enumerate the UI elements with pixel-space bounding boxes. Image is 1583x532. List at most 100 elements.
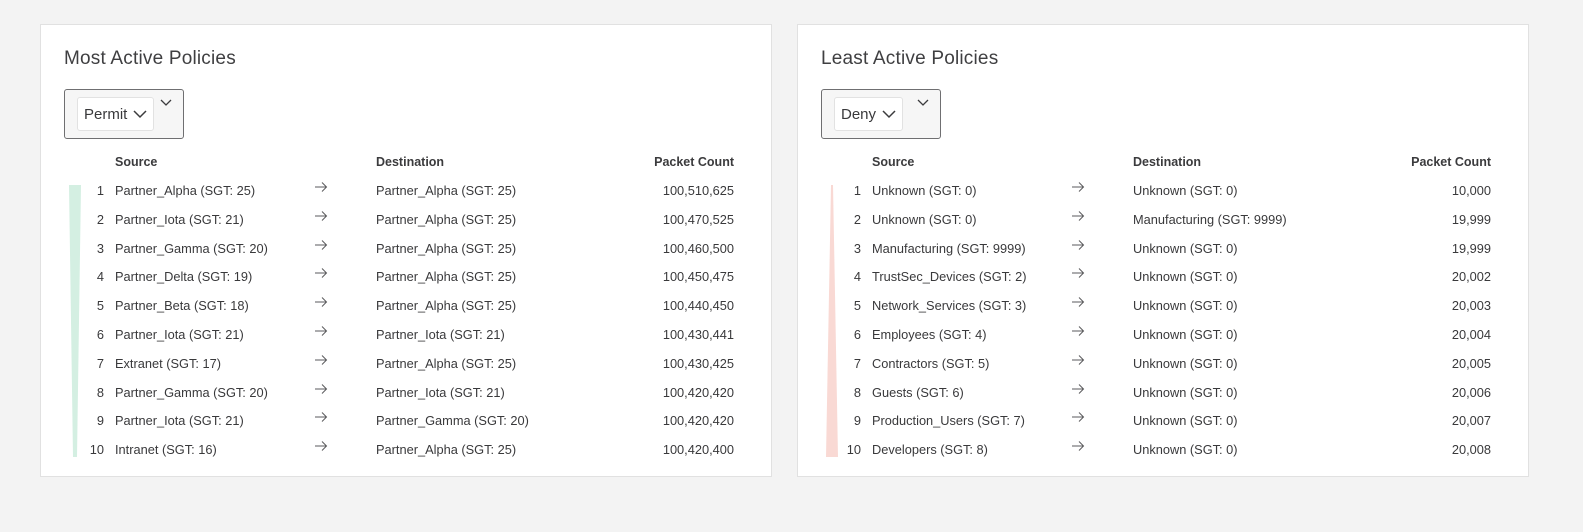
table-row[interactable]: 6 Partner_Iota (SGT: 21) Partner_Iota (SGT…: [41, 320, 771, 349]
table-row[interactable]: 2 Partner_Iota (SGT: 21) Partner_Alpha (SG…: [41, 205, 771, 234]
action-select-value: Permit: [84, 105, 128, 123]
row-rank: 8: [96, 384, 104, 400]
destination-cell: Unknown (SGT: 0): [1133, 326, 1238, 342]
column-header-destination: Destination: [1133, 155, 1202, 169]
most-active-policies-panel: Most Active Policies Permit Source Desti…: [40, 24, 772, 477]
table-row[interactable]: 4 Partner_Delta (SGT: 19) Partner_Alpha (S…: [41, 262, 771, 291]
destination-cell: Unknown (SGT: 0): [1133, 413, 1238, 429]
table-row[interactable]: 3 Partner_Gamma (SGT: 20) Partner_Alpha (S…: [41, 234, 771, 263]
action-filter[interactable]: Deny: [821, 89, 941, 139]
source-cell: Partner_Gamma (SGT: 20): [115, 384, 268, 400]
row-rank: 1: [96, 183, 104, 198]
destination-cell: Partner_Alpha (SGT: 25): [376, 240, 517, 256]
row-rank: 6: [96, 326, 104, 342]
source-cell: Unknown (SGT: 0): [872, 183, 977, 198]
destination-cell: Unknown (SGT: 0): [1133, 183, 1238, 198]
column-header-source: Source: [115, 155, 158, 169]
table-row[interactable]: 8 Partner_Gamma (SGT: 20) Partner_Iota (SG…: [41, 378, 771, 407]
arrow-right-icon: [1072, 297, 1085, 308]
column-header-packet-count: Packet Count: [1411, 155, 1491, 169]
arrow-right-icon: [315, 326, 328, 336]
arrow-right-icon: [315, 239, 328, 250]
panel-title: Least Active Policies: [821, 48, 999, 69]
source-cell: Partner_Iota (SGT: 21): [115, 211, 244, 227]
table-row[interactable]: 9 Partner_Iota (SGT: 21) Partner_Gamma (SG…: [41, 406, 771, 435]
policy-list: 1 Partner_Alpha (SGT: 25) Partner_Alpha (S…: [41, 176, 771, 464]
row-rank: 10: [89, 442, 104, 458]
packet-count-cell: 100,420,420: [662, 384, 734, 400]
destination-cell: Partner_Alpha (SGT: 25): [376, 211, 517, 227]
destination-cell: Unknown (SGT: 0): [1133, 298, 1238, 314]
row-rank: 1: [853, 183, 861, 198]
source-cell: Extranet (SGT: 17): [115, 355, 221, 371]
table-row[interactable]: 2 Unknown (SGT: 0) Manufacturing (SGT: 999…: [798, 205, 1528, 234]
table-row[interactable]: 1 Unknown (SGT: 0) Unknown (SGT: 0) 10,000: [798, 176, 1528, 205]
source-cell: Partner_Iota (SGT: 21): [115, 413, 244, 429]
panel-title: Most Active Policies: [64, 48, 236, 69]
arrow-right-icon: [315, 354, 328, 365]
table-row[interactable]: 5 Network_Services (SGT: 3) Unknown (SGT: …: [798, 291, 1528, 320]
arrow-right-icon: [315, 268, 328, 279]
chevron-down-icon[interactable]: [160, 99, 172, 107]
source-cell: Production_Users (SGT: 7): [872, 413, 1025, 429]
action-select[interactable]: Permit: [77, 97, 155, 131]
table-row[interactable]: 6 Employees (SGT: 4) Unknown (SGT: 0) 20,00…: [798, 320, 1528, 349]
destination-cell: Partner_Alpha (SGT: 25): [376, 183, 517, 198]
arrow-right-icon: [315, 297, 328, 308]
row-rank: 6: [853, 326, 861, 342]
packet-count-cell: 100,460,500: [662, 240, 734, 256]
packet-count-cell: 100,430,425: [662, 355, 734, 371]
table-row[interactable]: 10 Intranet (SGT: 16) Partner_Alpha (SGT: …: [41, 435, 771, 464]
row-rank: 4: [853, 269, 861, 285]
table-row[interactable]: 3 Manufacturing (SGT: 9999) Unknown (SGT: …: [798, 234, 1528, 263]
arrow-right-icon: [1072, 326, 1085, 336]
table-row[interactable]: 1 Partner_Alpha (SGT: 25) Partner_Alpha (S…: [41, 176, 771, 205]
table-row[interactable]: 9 Production_Users (SGT: 7) Unknown (SGT: …: [798, 406, 1528, 435]
row-rank: 9: [96, 413, 104, 429]
destination-cell: Unknown (SGT: 0): [1133, 240, 1238, 256]
arrow-right-icon: [1072, 268, 1085, 279]
row-rank: 2: [853, 211, 861, 227]
arrow-right-icon: [315, 182, 328, 192]
arrow-right-icon: [315, 441, 328, 452]
table-row[interactable]: 4 TrustSec_Devices (SGT: 2) Unknown (SGT: …: [798, 262, 1528, 291]
destination-cell: Partner_Iota (SGT: 21): [376, 326, 505, 342]
table-row[interactable]: 7 Extranet (SGT: 17) Partner_Alpha (SGT: 2…: [41, 349, 771, 378]
action-select-value: Deny: [841, 105, 877, 123]
table-row[interactable]: 10 Developers (SGT: 8) Unknown (SGT: 0) 20,…: [798, 435, 1528, 464]
table-row[interactable]: 7 Contractors (SGT: 5) Unknown (SGT: 0) 20,…: [798, 349, 1528, 378]
table-row[interactable]: 8 Guests (SGT: 6) Unknown (SGT: 0) 20,006: [798, 378, 1528, 407]
source-cell: Partner_Beta (SGT: 18): [115, 298, 249, 314]
source-cell: Partner_Delta (SGT: 19): [115, 269, 253, 285]
row-rank: 4: [96, 269, 104, 285]
destination-cell: Partner_Alpha (SGT: 25): [376, 298, 517, 314]
row-rank: 5: [96, 298, 104, 314]
action-select[interactable]: Deny: [834, 97, 904, 131]
packet-count-cell: 100,450,475: [662, 269, 734, 285]
chevron-down-icon[interactable]: [917, 99, 929, 107]
source-cell: Developers (SGT: 8): [872, 442, 988, 458]
source-cell: Partner_Gamma (SGT: 20): [115, 240, 268, 256]
row-rank: 3: [96, 240, 104, 256]
source-cell: Unknown (SGT: 0): [872, 211, 977, 227]
arrow-right-icon: [1072, 383, 1085, 394]
destination-cell: Manufacturing (SGT: 9999): [1133, 211, 1287, 227]
row-rank: 7: [96, 355, 104, 371]
packet-count-cell: 20,008: [1451, 442, 1491, 458]
packet-count-cell: 19,999: [1451, 240, 1491, 256]
policy-list: 1 Unknown (SGT: 0) Unknown (SGT: 0) 10,000 2…: [798, 176, 1528, 464]
arrow-right-icon: [315, 412, 328, 423]
source-cell: Partner_Alpha (SGT: 25): [115, 183, 256, 198]
packet-count-cell: 20,002: [1451, 269, 1491, 285]
row-rank: 7: [853, 355, 861, 371]
destination-cell: Partner_Alpha (SGT: 25): [376, 355, 517, 371]
action-filter[interactable]: Permit: [64, 89, 184, 139]
chevron-down-icon: [882, 110, 896, 119]
column-header-packet-count: Packet Count: [654, 155, 734, 169]
packet-count-cell: 20,005: [1451, 355, 1491, 371]
packet-count-cell: 20,007: [1451, 413, 1491, 429]
row-rank: 10: [846, 442, 861, 458]
packet-count-cell: 100,440,450: [662, 298, 734, 314]
table-row[interactable]: 5 Partner_Beta (SGT: 18) Partner_Alpha (SG…: [41, 291, 771, 320]
source-cell: Contractors (SGT: 5): [872, 355, 990, 371]
